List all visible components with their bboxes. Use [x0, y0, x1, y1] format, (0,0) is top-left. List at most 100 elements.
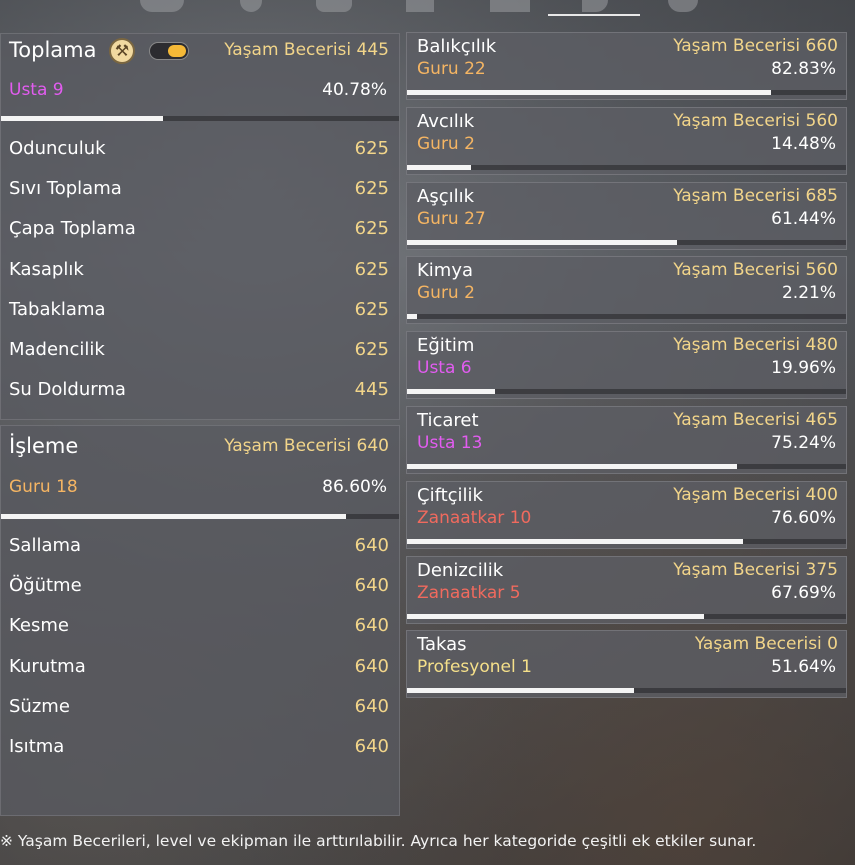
tab-icon-1[interactable]: [140, 0, 184, 12]
rank-label: Guru 22: [417, 59, 486, 79]
tab-icon-7[interactable]: [668, 0, 698, 12]
skill-level: Yaşam Becerisi 465: [673, 410, 838, 430]
toggle-switch[interactable]: [149, 42, 189, 60]
sub-skill-value: 625: [354, 339, 389, 360]
progress-percent: 75.24%: [771, 433, 836, 453]
progress-bar-fill: [407, 239, 677, 245]
tab-icon-2[interactable]: [240, 0, 262, 12]
life-skill-card[interactable]: Denizcilik Yaşam Becerisi 375 Zanaatkar 5 6…: [406, 555, 847, 624]
life-skill-card[interactable]: Aşçılık Yaşam Becerisi 685 Guru 27 61.44%: [406, 181, 847, 250]
skill-name: Denizcilik: [417, 559, 504, 581]
skill-name: Ticaret: [417, 410, 479, 431]
sub-skill-name: Tabaklama: [9, 298, 106, 320]
life-skill-card[interactable]: Avcılık Yaşam Becerisi 560 Guru 2 14.48%: [406, 106, 847, 175]
progress-bar: [407, 538, 846, 544]
rank-label: Usta 9: [9, 80, 64, 100]
progress-bar: [407, 613, 846, 619]
life-skill-card[interactable]: Eğitim Yaşam Becerisi 480 Usta 6 19.96%: [406, 331, 847, 400]
sub-skill-value: 625: [354, 298, 389, 320]
progress-bar-fill: [407, 314, 417, 320]
sub-skill-row: Su Doldurma 445: [9, 379, 389, 419]
life-skill-card[interactable]: Kimya Yaşam Becerisi 560 Guru 2 2.21%: [406, 256, 847, 325]
progress-bar-fill: [407, 164, 471, 170]
skill-name: Aşçılık: [417, 185, 475, 207]
sub-skill-value: 625: [354, 138, 389, 159]
sub-skill-row: Kesme 640: [9, 615, 389, 655]
category-title: İşleme: [9, 434, 79, 458]
rank-label: Zanaatkar 5: [417, 582, 521, 603]
toggle-knob: [168, 45, 186, 57]
tab-icon-4[interactable]: [406, 0, 434, 12]
skill-level: Yaşam Becerisi 480: [673, 335, 838, 356]
sub-skill-name: Kesme: [9, 615, 69, 637]
tab-icon-3[interactable]: [316, 0, 352, 12]
progress-percent: 76.60%: [771, 507, 836, 528]
sub-skill-row: Süzme 640: [9, 696, 389, 736]
sub-skill-name: Su Doldurma: [9, 379, 126, 401]
progress-bar: [1, 514, 399, 519]
sub-skill-row: Tabaklama 625: [9, 299, 389, 339]
rank-label: Usta 13: [417, 433, 483, 453]
skill-name: Takas: [417, 634, 467, 656]
category-tab-strip: [0, 0, 855, 18]
rank-label: Zanaatkar 10: [417, 507, 532, 528]
category-panel-gathering: Toplama ⚒ Yaşam Becerisi 445 Usta 9 40.7…: [0, 33, 400, 420]
sub-skill-row: Öğütme 640: [9, 575, 389, 615]
progress-bar: [1, 116, 399, 121]
progress-bar-fill: [1, 514, 346, 519]
active-tab-indicator: [548, 14, 640, 16]
life-skill-card[interactable]: Balıkçılık Yaşam Becerisi 660 Guru 22 82.83…: [406, 32, 847, 100]
sub-skill-name: Isıtma: [9, 736, 65, 757]
sub-skill-value: 625: [354, 178, 389, 200]
skill-level: Yaşam Becerisi 560: [673, 260, 838, 281]
skill-name: Avcılık: [417, 110, 475, 132]
skill-level: Yaşam Becerisi 660: [673, 36, 838, 56]
footnote: ※ Yaşam Becerileri, level ve ekipman ile…: [0, 832, 757, 850]
sub-skill-name: Kasaplık: [9, 258, 84, 280]
skill-level: Yaşam Becerisi 685: [673, 185, 838, 206]
rank-label: Profesyonel 1: [417, 657, 532, 678]
progress-bar: [407, 314, 846, 320]
skill-name: Kimya: [417, 260, 474, 282]
skill-level: Yaşam Becerisi 445: [224, 40, 389, 60]
tab-icon-6[interactable]: [582, 0, 608, 12]
progress-bar: [407, 389, 846, 395]
sub-skill-row: Kurutma 640: [9, 656, 389, 696]
rank-label: Guru 27: [417, 208, 486, 229]
crossed-tools-icon[interactable]: ⚒: [109, 38, 135, 64]
rank-label: Guru 2: [417, 133, 475, 154]
skill-level: Yaşam Becerisi 400: [673, 484, 838, 505]
progress-percent: 14.48%: [771, 133, 836, 154]
life-skill-card[interactable]: Ticaret Yaşam Becerisi 465 Usta 13 75.24%: [406, 406, 847, 474]
progress-percent: 86.60%: [322, 477, 387, 497]
tab-icon-5[interactable]: [490, 0, 530, 12]
life-skill-card[interactable]: Çiftçilik Yaşam Becerisi 400 Zanaatkar 10 7…: [406, 480, 847, 549]
rank-label: Usta 6: [417, 358, 472, 379]
progress-bar-fill: [407, 389, 495, 395]
skill-level: Yaşam Becerisi 0: [694, 634, 838, 655]
skill-level: Yaşam Becerisi 560: [673, 110, 838, 131]
skill-name: Çiftçilik: [417, 484, 483, 506]
progress-percent: 40.78%: [322, 80, 387, 100]
life-skill-card[interactable]: Takas Yaşam Becerisi 0 Profesyonel 1 51.64%: [406, 630, 847, 699]
progress-bar-fill: [407, 688, 634, 694]
sub-skill-name: Sallama: [9, 535, 82, 556]
sub-skill-value: 445: [354, 379, 389, 401]
sub-skill-value: 625: [354, 258, 389, 280]
category-title: Toplama: [9, 38, 97, 62]
sub-skill-name: Odunculuk: [9, 138, 106, 159]
sub-skill-row: Kasaplık 625: [9, 259, 389, 299]
sub-skill-row: Madencilik 625: [9, 339, 389, 379]
skill-name: Eğitim: [417, 335, 475, 357]
skill-name: Balıkçılık: [417, 36, 497, 57]
sub-skill-row: Sallama 640: [9, 535, 389, 575]
category-panel-processing: İşleme Yaşam Becerisi 640 Guru 18 86.60%…: [0, 425, 400, 816]
sub-skill-name: Çapa Toplama: [9, 218, 136, 240]
sub-skill-value: 640: [354, 575, 389, 597]
progress-percent: 2.21%: [781, 283, 836, 304]
sub-skill-name: Süzme: [9, 695, 70, 717]
sub-skill-name: Madencilik: [9, 339, 105, 360]
progress-percent: 51.64%: [771, 657, 836, 678]
progress-percent: 82.83%: [771, 59, 836, 79]
progress-bar-fill: [407, 464, 738, 469]
